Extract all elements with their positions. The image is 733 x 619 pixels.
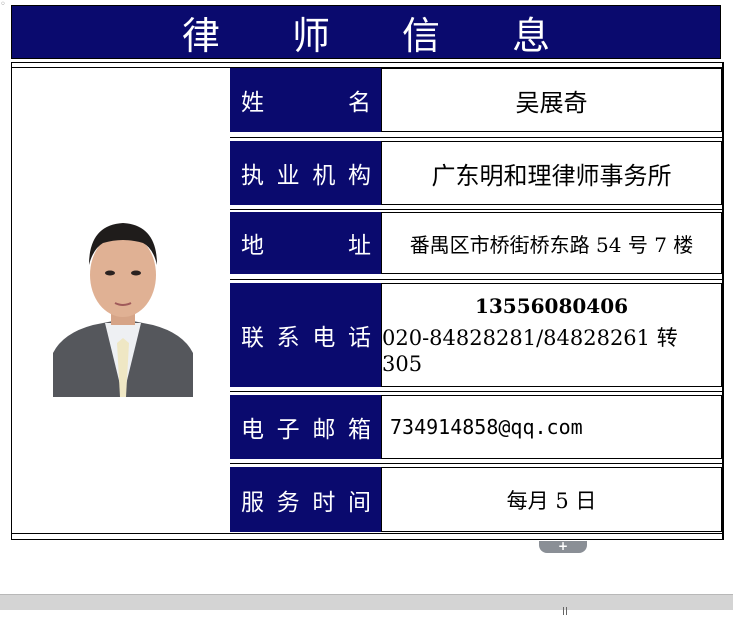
label-char: 名 [348, 90, 371, 116]
value-email: 734914858@qq.com [381, 395, 722, 459]
label-address: 地 址 [230, 212, 381, 274]
landline-number: 020-84828281/84828261 转 305 [382, 326, 678, 376]
label-char: 话 [347, 325, 371, 351]
label-char: 电 [312, 325, 336, 351]
row-divider [230, 209, 722, 210]
label-char: 执 [241, 163, 264, 189]
label-phone: 联 系 电 话 [230, 283, 381, 387]
expand-button[interactable]: + [539, 540, 587, 553]
row-divider [230, 279, 722, 280]
value-phone: 13556080406 020-84828281/84828261 转 305 [381, 283, 722, 387]
label-char: 子 [276, 417, 300, 443]
row-divider [230, 391, 722, 392]
label-firm: 执 业 机 构 [230, 141, 381, 205]
label-char: 址 [348, 233, 371, 259]
status-bar [0, 594, 733, 610]
label-char: 姓 [241, 90, 264, 116]
label-char: 联 [241, 325, 264, 351]
value-address: 番禺区市桥街桥东路 54 号 7 楼 [381, 212, 722, 274]
value-firm: 广东明和理律师事务所 [381, 141, 722, 205]
label-char: 邮 [312, 417, 336, 443]
label-char: 构 [347, 163, 371, 189]
lawyer-photo [53, 203, 193, 397]
label-char: 箱 [347, 417, 371, 443]
label-email: 电 子 邮 箱 [230, 395, 381, 459]
label-char: 系 [276, 325, 300, 351]
row-divider [230, 463, 722, 464]
label-hours: 服 务 时 间 [230, 467, 381, 532]
mobile-number: 13556080406 [474, 294, 629, 318]
page-title: 律 师 信 息 [11, 5, 721, 59]
table-border-bottom [11, 533, 723, 534]
label-char: 务 [276, 489, 300, 516]
corner-handle-icon: ◦ [0, 0, 6, 10]
row-divider [230, 137, 722, 138]
label-char: 服 [241, 489, 264, 516]
label-char: 间 [347, 489, 371, 516]
label-char: 业 [276, 163, 300, 189]
label-name: 姓 名 [230, 68, 381, 132]
label-char: 地 [241, 233, 264, 259]
label-char: 机 [312, 163, 336, 189]
value-hours: 每月 5 日 [381, 467, 722, 532]
value-name: 吴展奇 [381, 68, 722, 132]
label-char: 电 [241, 417, 264, 443]
table-border-right [723, 62, 724, 540]
label-char: 时 [312, 489, 336, 516]
resize-grip-icon[interactable] [563, 600, 571, 615]
